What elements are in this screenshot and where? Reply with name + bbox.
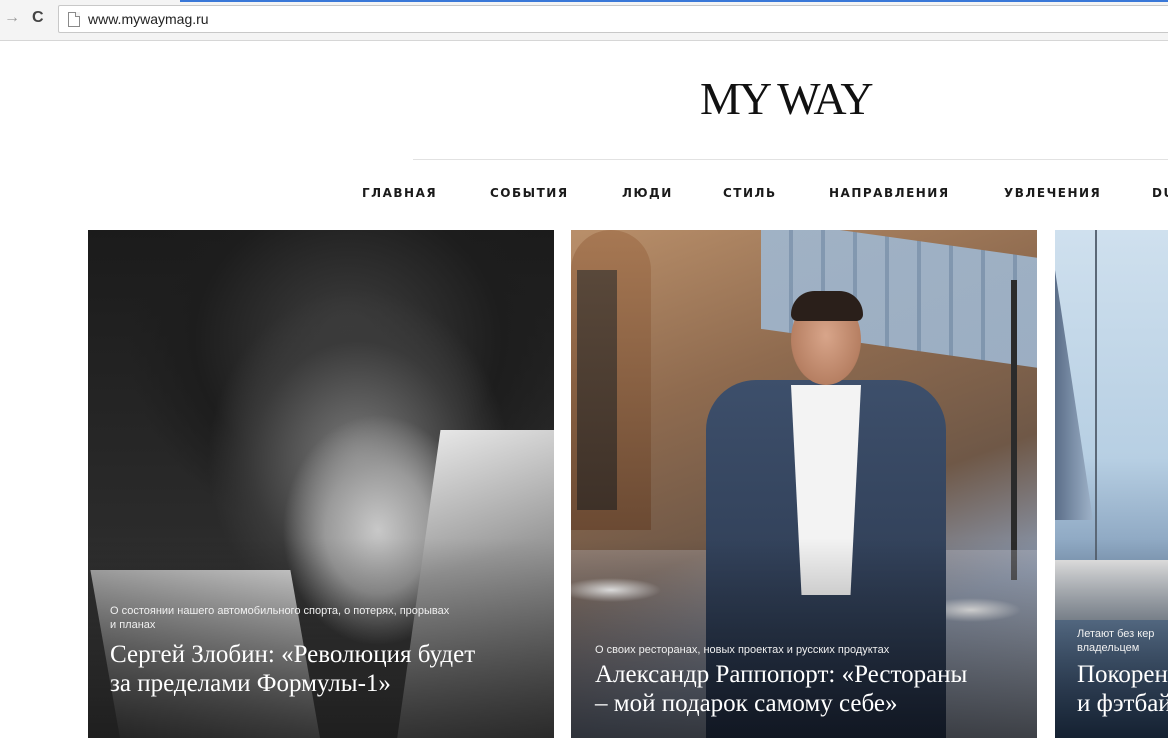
- article-headline[interactable]: Покорен и фэтбай: [1077, 660, 1168, 718]
- reload-icon[interactable]: C: [32, 8, 44, 28]
- address-bar[interactable]: www.mywaymag.ru: [58, 5, 1168, 33]
- nav-item-style[interactable]: СТИЛЬ: [723, 186, 777, 200]
- browser-toolbar: → C www.mywaymag.ru: [0, 0, 1168, 41]
- page-icon: [68, 12, 80, 27]
- address-url[interactable]: www.mywaymag.ru: [88, 11, 209, 27]
- article-kicker: О своих ресторанах, новых проектах и рус…: [595, 644, 890, 656]
- site-logo[interactable]: MY WAY: [700, 72, 900, 125]
- article-kicker: Летают без кер владельцем: [1077, 628, 1155, 654]
- article-card-zlobin[interactable]: О состоянии нашего автомобильного спорта…: [88, 230, 554, 738]
- nav-item-people[interactable]: ЛЮДИ: [622, 186, 673, 200]
- nav-item-hobbies[interactable]: УВЛЕЧЕНИЯ: [1004, 186, 1101, 200]
- article-kicker: О состоянии нашего автомобильного спорта…: [110, 605, 450, 631]
- nav-item-home[interactable]: ГЛАВНАЯ: [362, 186, 437, 200]
- article-card-rappoport[interactable]: О своих ресторанах, новых проектах и рус…: [571, 230, 1037, 738]
- article-headline[interactable]: Сергей Злобин: «Революция будет за преде…: [110, 640, 550, 698]
- forward-arrow-icon[interactable]: →: [4, 8, 20, 28]
- article-headline[interactable]: Александр Раппопорт: «Рестораны – мой по…: [595, 660, 1035, 718]
- article-card-yacht[interactable]: Летают без кер владельцем Покорен и фэтб…: [1055, 230, 1168, 738]
- nav-item-directions[interactable]: НАПРАВЛЕНИЯ: [829, 186, 950, 200]
- nav-item-du[interactable]: DU: [1152, 186, 1168, 200]
- nav-item-events[interactable]: СОБЫТИЯ: [490, 186, 569, 200]
- tab-accent-line: [180, 0, 1168, 2]
- header-divider: [413, 159, 1168, 160]
- main-nav: ГЛАВНАЯ СОБЫТИЯ ЛЮДИ СТИЛЬ НАПРАВЛЕНИЯ У…: [0, 186, 1168, 206]
